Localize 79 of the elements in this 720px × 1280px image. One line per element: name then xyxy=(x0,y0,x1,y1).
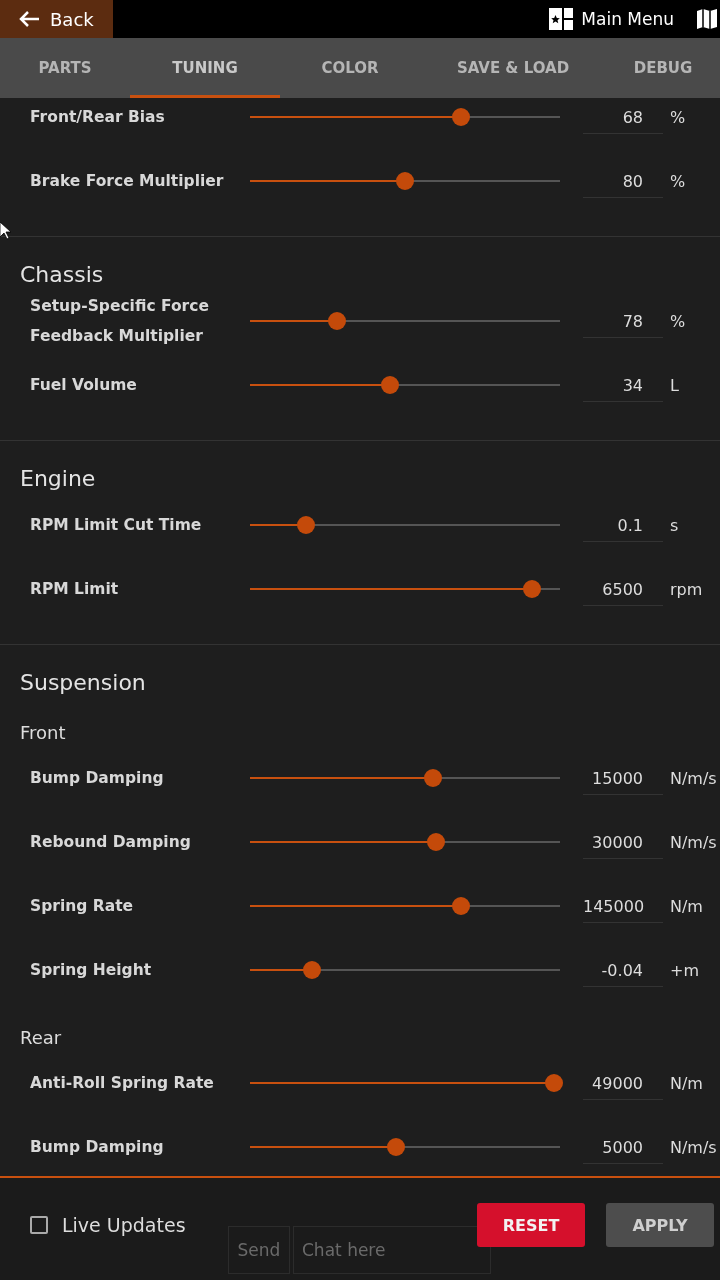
value-field[interactable]: 145000 xyxy=(583,889,663,923)
setting-label: Front/Rear Bias xyxy=(29,107,166,128)
value-field[interactable]: 78 xyxy=(583,304,663,338)
slider[interactable] xyxy=(250,1074,560,1092)
value-field[interactable]: 68 xyxy=(583,100,663,134)
checkbox-label: Live Updates xyxy=(62,1214,186,1236)
subsection-title: Front xyxy=(19,721,67,745)
tab[interactable]: DEBUG xyxy=(606,38,720,98)
slider-thumb[interactable] xyxy=(423,769,442,787)
unit-label: N/m/s xyxy=(670,1137,717,1157)
slider-thumb[interactable] xyxy=(544,1074,563,1092)
setting-label: Bump Damping xyxy=(29,768,165,789)
unit-label: N/m/s xyxy=(670,768,717,788)
slider-thumb[interactable] xyxy=(451,897,470,915)
slider[interactable] xyxy=(250,376,560,394)
slider[interactable] xyxy=(250,897,560,915)
reset-button[interactable]: RESET xyxy=(477,1203,585,1247)
setting-label: Setup-Specific Force Feedback Multiplier xyxy=(29,296,210,347)
tab[interactable]: SAVE & LOAD xyxy=(420,38,606,98)
setting-label: Rebound Damping xyxy=(29,832,192,853)
main-menu-button[interactable]: Main Menu xyxy=(539,0,684,38)
section-title: Chassis xyxy=(19,261,105,289)
value-field[interactable]: 49000 xyxy=(583,1066,663,1100)
tab[interactable]: PARTS xyxy=(0,38,130,98)
unit-label: +m xyxy=(670,960,699,980)
slider[interactable] xyxy=(250,108,560,126)
unit-label: L xyxy=(670,375,679,395)
tab[interactable]: COLOR xyxy=(280,38,420,98)
back-button[interactable]: Back xyxy=(0,0,113,38)
slider-thumb[interactable] xyxy=(396,172,414,190)
slider[interactable] xyxy=(250,516,560,534)
setting-label: RPM Limit xyxy=(29,579,120,600)
value-field[interactable]: -0.04 xyxy=(583,953,663,987)
unit-label: % xyxy=(670,171,686,191)
unit-label: N/m xyxy=(670,896,703,916)
slider[interactable] xyxy=(250,833,560,851)
menu-grid-icon xyxy=(549,8,574,30)
back-arrow-icon xyxy=(18,10,40,28)
slider-thumb[interactable] xyxy=(523,580,542,598)
unit-label: % xyxy=(670,311,686,331)
apply-button[interactable]: APPLY xyxy=(606,1203,714,1247)
setting-label: RPM Limit Cut Time xyxy=(29,515,203,536)
slider[interactable] xyxy=(250,580,560,598)
cursor-icon xyxy=(0,222,12,240)
slider-thumb[interactable] xyxy=(296,516,315,534)
chat-input[interactable]: Chat here xyxy=(293,1226,491,1274)
slider[interactable] xyxy=(250,172,560,190)
setting-label: Spring Rate xyxy=(29,896,135,917)
slider-thumb[interactable] xyxy=(451,108,470,126)
value-field[interactable]: 34 xyxy=(583,368,663,402)
value-field[interactable]: 0.1 xyxy=(583,508,663,542)
setting-label: Anti-Roll Spring Rate xyxy=(29,1073,215,1094)
value-field[interactable]: 80 xyxy=(583,164,663,198)
checkbox[interactable] xyxy=(30,1216,48,1234)
slider-thumb[interactable] xyxy=(303,961,321,979)
setting-label: Brake Force Multiplier xyxy=(29,171,225,192)
slider-thumb[interactable] xyxy=(427,833,445,851)
setting-label: Bump Damping xyxy=(29,1137,165,1158)
value-field[interactable]: 6500 xyxy=(583,572,663,606)
slider-thumb[interactable] xyxy=(380,376,399,394)
setting-label: Spring Height xyxy=(29,960,153,981)
unit-label: N/m xyxy=(670,1073,703,1093)
slider-thumb[interactable] xyxy=(386,1138,405,1156)
setting-label: Fuel Volume xyxy=(29,375,138,396)
value-field[interactable]: 5000 xyxy=(583,1130,663,1164)
slider[interactable] xyxy=(250,312,560,330)
subsection-title: Rear xyxy=(19,1026,63,1050)
section-title: Engine xyxy=(19,465,97,493)
unit-label: rpm xyxy=(670,579,703,599)
section-title: Suspension xyxy=(19,669,147,697)
unit-label: N/m/s xyxy=(670,832,717,852)
slider[interactable] xyxy=(250,961,560,979)
slider[interactable] xyxy=(250,1138,560,1156)
slider-thumb[interactable] xyxy=(327,312,346,330)
unit-label: s xyxy=(670,515,679,535)
unit-label: % xyxy=(670,107,686,127)
value-field[interactable]: 15000 xyxy=(583,761,663,795)
value-field[interactable]: 30000 xyxy=(583,825,663,859)
slider[interactable] xyxy=(250,769,560,787)
